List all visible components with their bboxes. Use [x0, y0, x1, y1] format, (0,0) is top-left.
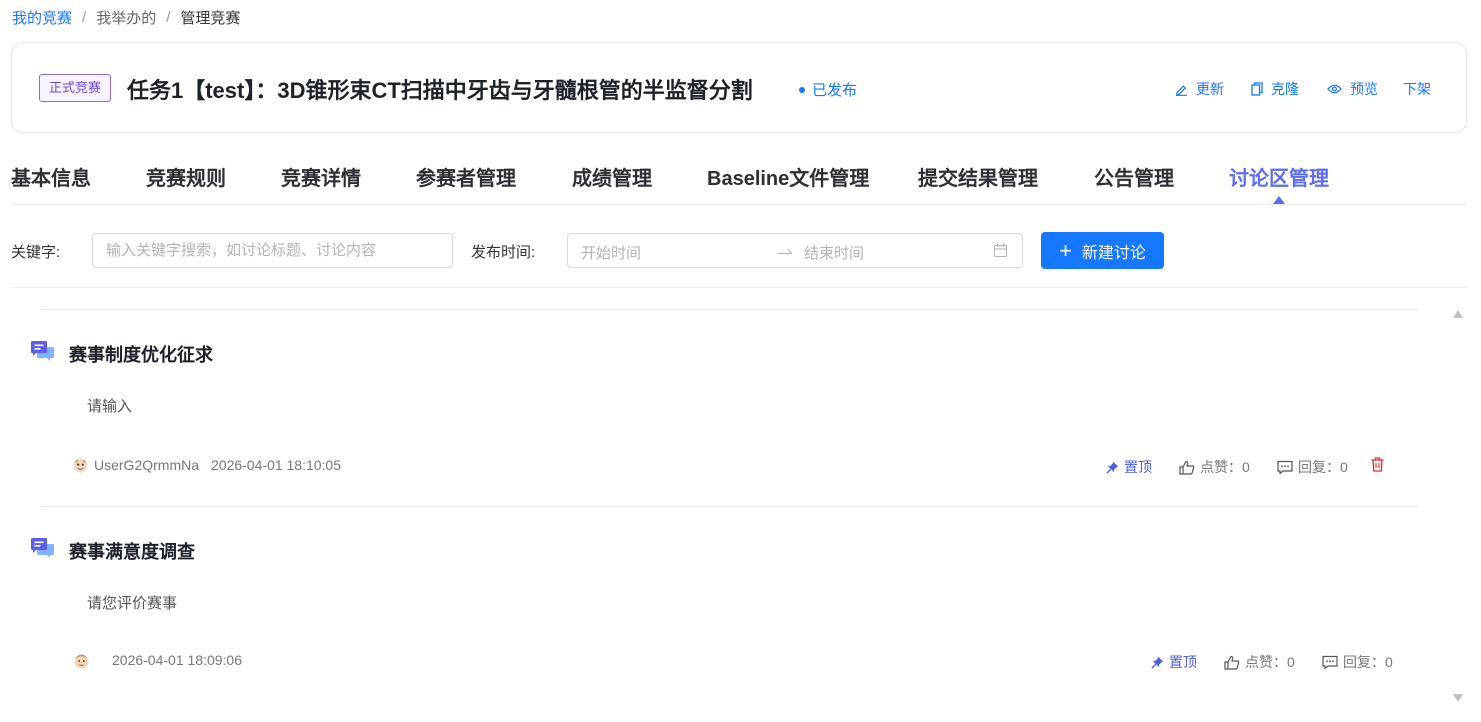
- comment-icon: [1277, 460, 1293, 474]
- tab-bar: 基本信息 竞赛规则 竞赛详情 参赛者管理 成绩管理 Baseline文件管理 提…: [11, 160, 1467, 205]
- offline-button[interactable]: 下架: [1403, 79, 1431, 99]
- breadcrumb: 我的竞赛 / 我举办的 / 管理竞赛: [12, 7, 240, 28]
- copy-icon: [1251, 82, 1263, 96]
- preview-button[interactable]: 预览: [1327, 79, 1378, 99]
- scroll-up-arrow[interactable]: [1453, 310, 1463, 318]
- discussion-title[interactable]: 赛事满意度调查: [69, 538, 195, 564]
- status-badge: 已发布: [799, 79, 857, 100]
- list-divider: [41, 506, 1419, 507]
- post-time: 2026-04-01 18:09:06: [112, 652, 242, 668]
- breadcrumb-my-competitions[interactable]: 我的竞赛: [12, 7, 72, 28]
- tab-details[interactable]: 竞赛详情: [281, 162, 361, 191]
- update-label: 更新: [1196, 81, 1224, 97]
- like-count: 点赞：0: [1245, 654, 1295, 670]
- calendar-icon: [993, 244, 1008, 258]
- new-discussion-button[interactable]: + 新建讨论: [1041, 232, 1164, 269]
- like-button[interactable]: 点赞：0: [1179, 457, 1250, 477]
- breadcrumb-separator: /: [82, 9, 87, 26]
- pin-label: 置顶: [1169, 654, 1197, 670]
- tab-basic-info[interactable]: 基本信息: [11, 162, 91, 191]
- breadcrumb-hosted[interactable]: 我举办的: [96, 7, 156, 28]
- discussion-content: 请您评价赛事: [87, 595, 178, 612]
- eye-icon: [1327, 84, 1342, 94]
- thumbs-up-icon: [1224, 655, 1240, 670]
- reply-count: 回复：0: [1343, 654, 1393, 670]
- like-button[interactable]: 点赞：0: [1224, 652, 1295, 672]
- author-name[interactable]: UserG2QrmmNa: [94, 457, 199, 473]
- pin-button[interactable]: 置顶: [1151, 652, 1197, 672]
- like-count: 点赞：0: [1200, 459, 1250, 475]
- preview-label: 预览: [1350, 81, 1378, 97]
- publish-time-label: 发布时间:: [471, 244, 536, 261]
- competition-header-card: 正式竞赛 任务1【test】：3D锥形束CT扫描中牙齿与牙髓根管的半监督分割 已…: [11, 42, 1467, 133]
- pin-button[interactable]: 置顶: [1106, 457, 1152, 477]
- breadcrumb-current: 管理竞赛: [180, 10, 241, 27]
- trash-icon: [1371, 457, 1384, 472]
- pin-icon: [1106, 461, 1119, 474]
- discussion-icon: [31, 341, 54, 361]
- keyword-search-field: [92, 233, 453, 268]
- update-button[interactable]: 更新: [1175, 79, 1224, 99]
- post-time: 2026-04-01 18:10:05: [211, 457, 341, 473]
- tab-scores[interactable]: 成绩管理: [572, 162, 652, 191]
- date-range-picker[interactable]: 开始时间 结束时间: [567, 233, 1023, 268]
- tab-submissions[interactable]: 提交结果管理: [918, 162, 1038, 191]
- tab-discussions[interactable]: 讨论区管理: [1229, 162, 1329, 191]
- pin-icon: [1151, 656, 1164, 669]
- tab-participants[interactable]: 参赛者管理: [416, 162, 516, 191]
- status-dot-icon: [799, 86, 805, 93]
- tab-announcements[interactable]: 公告管理: [1094, 162, 1174, 191]
- new-discussion-label: 新建讨论: [1081, 244, 1146, 262]
- arrow-right-icon: [778, 249, 793, 254]
- discussion-list: 赛事制度优化征求 请输入 UserG2QrmmNa 2026-04-01 18:…: [11, 288, 1467, 722]
- tab-rules[interactable]: 竞赛规则: [146, 162, 226, 191]
- discussion-icon: [31, 538, 54, 558]
- tab-baseline-files[interactable]: Baseline文件管理: [707, 162, 869, 191]
- offline-label: 下架: [1403, 81, 1431, 97]
- end-time-input[interactable]: 结束时间: [804, 242, 864, 263]
- competition-title: 任务1【test】：3D锥形束CT扫描中牙齿与牙髓根管的半监督分割: [127, 78, 753, 103]
- delete-button[interactable]: [1371, 457, 1389, 472]
- edit-icon: [1175, 84, 1188, 96]
- reply-button[interactable]: 回复：0: [1322, 652, 1393, 672]
- thumbs-up-icon: [1179, 460, 1195, 475]
- plus-icon: +: [1059, 237, 1072, 263]
- status-label: 已发布: [812, 82, 858, 99]
- scroll-down-arrow[interactable]: [1453, 694, 1463, 702]
- reply-count: 回复：0: [1298, 459, 1348, 475]
- reply-button[interactable]: 回复：0: [1277, 457, 1348, 477]
- comment-icon: [1322, 655, 1338, 669]
- discussion-content: 请输入: [87, 398, 133, 415]
- list-divider: [41, 309, 1419, 310]
- avatar: [74, 654, 89, 669]
- competition-type-tag: 正式竞赛: [39, 74, 112, 102]
- keyword-search-input[interactable]: [93, 234, 452, 267]
- active-tab-indicator: [1273, 196, 1285, 204]
- breadcrumb-separator: /: [166, 9, 171, 26]
- clone-button[interactable]: 克隆: [1251, 79, 1299, 99]
- discussion-title[interactable]: 赛事制度优化征求: [69, 341, 213, 367]
- pin-label: 置顶: [1124, 459, 1152, 475]
- start-time-input[interactable]: 开始时间: [581, 242, 641, 263]
- avatar: [73, 458, 88, 473]
- clone-label: 克隆: [1271, 81, 1299, 97]
- keyword-label: 关键字:: [11, 244, 61, 261]
